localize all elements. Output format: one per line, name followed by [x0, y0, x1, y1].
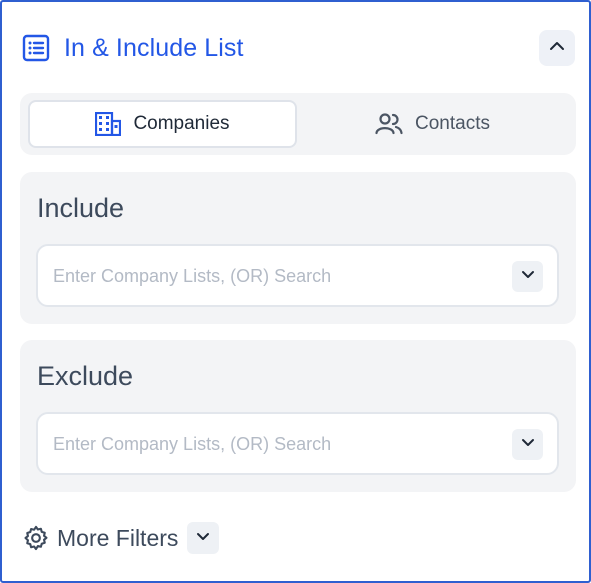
more-filters-dropdown-button[interactable] [187, 522, 220, 554]
building-icon [95, 112, 122, 136]
more-filters[interactable]: More Filters [22, 521, 220, 555]
include-title: Include [37, 193, 125, 223]
exclude-section: Exclude Enter Company Lists, (OR) Search [20, 340, 576, 492]
chevron-down-icon [194, 527, 212, 550]
chevron-down-icon [519, 265, 537, 288]
include-select[interactable]: Enter Company Lists, (OR) Search [36, 244, 559, 307]
toggle-companies[interactable]: Companies [28, 100, 297, 148]
more-filters-label: More Filters [57, 524, 179, 551]
exclude-dropdown-button[interactable] [512, 429, 543, 460]
entity-toggle: Companies Contacts [20, 93, 576, 155]
include-dropdown-button[interactable] [512, 261, 543, 292]
panel-title: In & Include List [64, 33, 244, 62]
toggle-contacts-label: Contacts [415, 113, 490, 134]
include-placeholder: Enter Company Lists, (OR) Search [53, 266, 332, 286]
users-icon [375, 113, 403, 135]
include-list-panel: In & Include List Companies Contacts Inc… [0, 0, 591, 583]
collapse-button[interactable] [539, 30, 575, 66]
chevron-up-icon [547, 36, 567, 61]
exclude-select[interactable]: Enter Company Lists, (OR) Search [36, 412, 559, 475]
panel-header: In & Include List [22, 29, 575, 67]
exclude-title: Exclude [37, 361, 134, 391]
chevron-down-icon [519, 433, 537, 456]
list-icon [22, 34, 50, 62]
toggle-companies-label: Companies [133, 113, 230, 134]
gear-icon [22, 524, 50, 552]
exclude-placeholder: Enter Company Lists, (OR) Search [53, 434, 332, 454]
include-section: Include Enter Company Lists, (OR) Search [20, 172, 576, 324]
toggle-contacts[interactable]: Contacts [297, 100, 568, 148]
